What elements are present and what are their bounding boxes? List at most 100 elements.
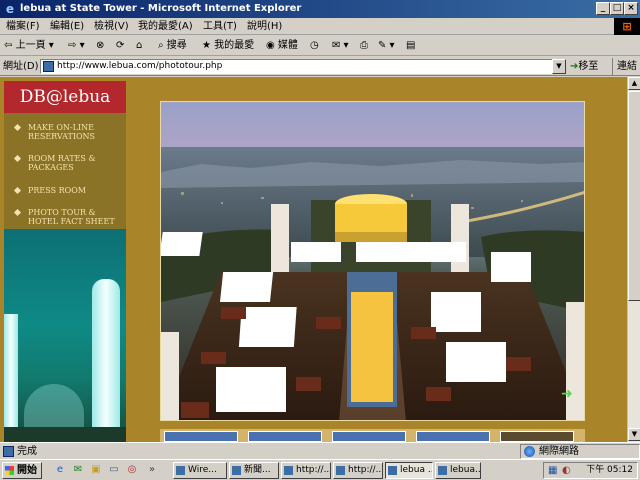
taskbar: 開始 e ✉ ▣ ▭ ◎ » Wire... 新聞... http://... … xyxy=(0,459,640,480)
refresh-icon: ⟳ xyxy=(116,40,125,51)
ie-logo-icon: e xyxy=(5,2,15,16)
go-button[interactable]: ➔移至 xyxy=(570,58,598,75)
window-title: lebua at State Tower - Microsoft Interne… xyxy=(20,3,302,14)
network-icon[interactable]: ▦ xyxy=(548,465,557,476)
nav-press-room[interactable]: PRESS ROOM xyxy=(4,186,126,195)
diamond-bullet-icon xyxy=(13,186,22,195)
thumbnail[interactable] xyxy=(332,431,406,442)
close-button[interactable]: × xyxy=(624,2,638,15)
chevron-down-icon: ▾ xyxy=(79,40,85,51)
go-label: 移至 xyxy=(578,61,599,72)
diamond-bullet-icon xyxy=(13,208,22,217)
chevron-down-icon: ▾ xyxy=(48,40,54,51)
media-button[interactable]: ◉ 媒體 xyxy=(266,36,298,56)
links-button[interactable]: 連結 xyxy=(612,58,637,75)
task-button-active[interactable]: lebua ... xyxy=(385,462,433,479)
minimize-button[interactable]: _ xyxy=(596,2,610,15)
ie-icon xyxy=(284,466,293,475)
mail-button[interactable]: ✉ ▾ xyxy=(332,36,349,56)
stop-button[interactable]: ⊗ xyxy=(96,36,104,56)
nav-label: ROOM RATES & PACKAGES xyxy=(28,154,96,172)
search-button[interactable]: ⌕ 搜尋 xyxy=(158,36,187,56)
task-button[interactable]: http://... xyxy=(281,462,331,479)
task-button[interactable]: lebua... xyxy=(435,462,481,479)
menu-edit[interactable]: 編輯(E) xyxy=(50,18,84,35)
tower-light xyxy=(4,314,18,434)
scroll-arrow-icon: ➜ xyxy=(561,386,573,402)
discuss-button[interactable]: ▤ xyxy=(406,36,415,56)
scroll-thumb[interactable] xyxy=(628,91,640,301)
site-logo[interactable]: DB@lebua xyxy=(4,81,126,113)
search-label: 搜尋 xyxy=(166,40,187,51)
clock[interactable]: 下午 05:12 xyxy=(586,463,633,478)
page-icon xyxy=(43,61,54,72)
nav-photo-tour[interactable]: PHOTO TOUR & HOTEL FACT SHEET xyxy=(4,208,126,226)
chevron-right-icon[interactable]: » xyxy=(146,464,158,476)
menu-bar: 檔案(F) 編輯(E) 檢視(V) 我的最愛(A) 工具(T) 說明(H) ⊞ xyxy=(0,18,640,35)
task-label: 新聞... xyxy=(244,465,271,475)
scroll-down-icon[interactable]: ▼ xyxy=(628,428,640,441)
thumbnail[interactable] xyxy=(416,431,490,442)
site-sidebar: DB@lebua MAKE ON-LINE RESERVATIONS ROOM … xyxy=(4,81,126,442)
menu-tools[interactable]: 工具(T) xyxy=(203,18,237,35)
menu-help[interactable]: 說明(H) xyxy=(247,18,282,35)
favorites-label: 我的最愛 xyxy=(214,40,255,51)
address-label: 網址(D) xyxy=(3,61,39,72)
menu-file[interactable]: 檔案(F) xyxy=(6,18,40,35)
thumbnail[interactable] xyxy=(500,431,574,442)
ie-quicklaunch-icon[interactable]: e xyxy=(54,464,66,476)
globe-icon xyxy=(524,446,535,457)
address-dropdown-icon[interactable]: ▼ xyxy=(552,59,566,74)
security-zone: 網際網路 xyxy=(520,444,640,459)
favorites-icon: ★ xyxy=(202,40,211,51)
thumbnail[interactable] xyxy=(248,431,322,442)
print-button[interactable]: ⎙ xyxy=(360,36,368,56)
maximize-button[interactable]: □ xyxy=(610,2,624,15)
ie-icon xyxy=(388,466,397,475)
ground xyxy=(4,427,126,442)
discuss-icon: ▤ xyxy=(406,40,416,51)
edit-button[interactable]: ✎ ▾ xyxy=(378,36,395,56)
media-label: 媒體 xyxy=(277,40,298,51)
favorites-button[interactable]: ★ 我的最愛 xyxy=(202,36,254,56)
zone-label: 網際網路 xyxy=(539,446,579,457)
web-page: DB@lebua MAKE ON-LINE RESERVATIONS ROOM … xyxy=(0,77,627,442)
task-button[interactable]: http://... xyxy=(333,462,383,479)
rooftop-photo: ➜ xyxy=(160,101,585,421)
outlook-quicklaunch-icon[interactable]: ✉ xyxy=(72,464,84,476)
thumbnail[interactable] xyxy=(164,431,238,442)
nav-label: MAKE ON-LINE RESERVATIONS xyxy=(28,123,96,141)
menu-view[interactable]: 檢視(V) xyxy=(94,18,129,35)
nav-reservations[interactable]: MAKE ON-LINE RESERVATIONS xyxy=(4,123,126,141)
media-quicklaunch-icon[interactable]: ◎ xyxy=(126,464,138,476)
ie-icon xyxy=(438,466,447,475)
diamond-bullet-icon xyxy=(13,123,22,132)
back-button[interactable]: ⇦ 上一頁 ▾ xyxy=(4,36,54,56)
refresh-button[interactable]: ⟳ xyxy=(116,36,124,56)
scroll-up-icon[interactable]: ▲ xyxy=(628,77,640,90)
nav-label: PRESS ROOM xyxy=(28,186,86,195)
media-icon: ◉ xyxy=(266,40,275,51)
history-button[interactable]: ◷ xyxy=(310,36,319,56)
volume-icon[interactable]: ◐ xyxy=(562,465,571,476)
desktop-quicklaunch-icon[interactable]: ▭ xyxy=(108,464,120,476)
app-icon xyxy=(232,466,241,475)
menu-favorites[interactable]: 我的最愛(A) xyxy=(138,18,193,35)
start-button[interactable]: 開始 xyxy=(2,462,42,479)
task-label: lebua... xyxy=(450,465,481,475)
page-done-icon xyxy=(3,446,14,457)
windows-throbber-icon: ⊞ xyxy=(614,18,640,35)
status-text: 完成 xyxy=(17,446,37,457)
folder-quicklaunch-icon[interactable]: ▣ xyxy=(90,464,102,476)
task-button[interactable]: Wire... xyxy=(173,462,227,479)
home-button[interactable]: ⌂ xyxy=(136,36,142,56)
task-label: http://... xyxy=(348,465,383,475)
task-button[interactable]: 新聞... xyxy=(229,462,279,479)
start-label: 開始 xyxy=(17,465,37,476)
standard-toolbar: ⇦ 上一頁 ▾ ⇨ ▾ ⊗ ⟳ ⌂ ⌕ 搜尋 ★ 我的最愛 ◉ 媒體 ◷ ✉ ▾… xyxy=(0,36,640,56)
address-input[interactable]: http://www.lebua.com/phototour.php xyxy=(40,59,566,74)
forward-button[interactable]: ⇨ ▾ xyxy=(68,36,85,56)
nav-room-rates[interactable]: ROOM RATES & PACKAGES xyxy=(4,154,126,172)
vertical-scrollbar[interactable]: ▲ ▼ xyxy=(627,77,640,442)
edit-icon: ✎ ▾ xyxy=(378,40,395,51)
